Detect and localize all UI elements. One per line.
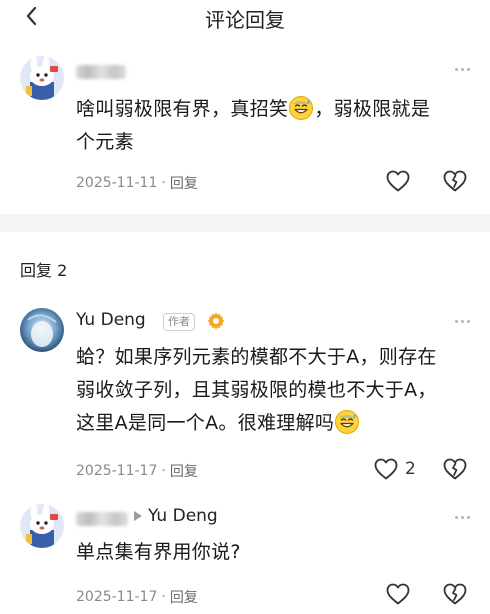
dislike-button[interactable] <box>442 169 468 193</box>
comment-text-part: ，弱极限就是 <box>314 98 431 120</box>
reply-button[interactable]: 回复 <box>170 587 198 607</box>
like-button[interactable] <box>385 582 411 606</box>
comment-text-part: 啥叫弱极限有界，真招笑 <box>76 98 289 120</box>
reply-button[interactable]: 回复 <box>170 461 198 481</box>
more-dots-icon <box>455 515 458 519</box>
sweat-smile-emoji-icon <box>334 409 360 435</box>
comment-text: 啥叫弱极限有界，真招笑 ，弱极限就是 个元素 <box>76 93 430 159</box>
reply-text-line: 弱收敛子列，且其弱极限的模也不大于A， <box>76 379 437 401</box>
reply-target-name[interactable]: Yu Deng <box>148 506 218 526</box>
dislike-button[interactable] <box>442 582 468 606</box>
reply-text: 蛤？如果序列元素的模都不大于A，则存在 弱收敛子列，且其弱极限的模也不大于A， … <box>76 341 437 440</box>
heart-icon <box>385 169 411 193</box>
like-button[interactable]: 2 <box>373 457 416 481</box>
replies-count-label: 回复 2 <box>20 261 68 280</box>
reply-text-line: 单点集有界用你说? <box>76 541 241 563</box>
comment-date: 2025-11-11 <box>76 175 158 191</box>
heart-icon <box>385 582 411 606</box>
avatar[interactable] <box>20 56 64 100</box>
more-options-button[interactable] <box>455 512 470 522</box>
comment-text-part: 个元素 <box>76 131 134 153</box>
reply-date: 2025-11-17 <box>76 463 158 479</box>
reply-text-line: 蛤？如果序列元素的模都不大于A，则存在 <box>76 346 437 368</box>
author-avatar[interactable] <box>20 308 64 352</box>
dislike-button[interactable] <box>442 457 468 481</box>
reply-meta: 2025-11-17 · 回复 <box>76 587 198 607</box>
author-badge: 作者 <box>163 313 195 331</box>
avatar[interactable] <box>20 504 64 548</box>
triangle-right-icon <box>134 511 142 521</box>
reply-text: 单点集有界用你说? <box>76 536 241 569</box>
top-bar: 评论回复 <box>0 0 490 34</box>
separator-dot: · <box>161 589 166 605</box>
page-title: 评论回复 <box>205 8 285 32</box>
heart-icon <box>373 457 399 481</box>
broken-heart-icon <box>442 457 468 481</box>
comment-meta: 2025-11-11 · 回复 <box>76 173 198 193</box>
more-dots-icon <box>455 319 458 323</box>
broken-heart-icon <box>442 582 468 606</box>
more-options-button[interactable] <box>455 316 470 326</box>
section-divider <box>0 214 490 232</box>
separator-dot: · <box>161 463 166 479</box>
gear-badge-icon <box>207 312 225 330</box>
more-options-button[interactable] <box>455 64 470 74</box>
reply-target: Yu Deng <box>133 506 218 526</box>
broken-heart-icon <box>442 169 468 193</box>
username-blurred[interactable] <box>76 65 126 79</box>
like-count: 2 <box>405 459 416 479</box>
reply-button[interactable]: 回复 <box>170 173 198 193</box>
reply-date: 2025-11-17 <box>76 589 158 605</box>
more-dots-icon <box>455 67 458 71</box>
separator-dot: · <box>161 175 166 191</box>
reply-author-name[interactable]: Yu Deng <box>76 310 146 330</box>
reply-meta: 2025-11-17 · 回复 <box>76 461 198 481</box>
like-button[interactable] <box>385 169 411 193</box>
username-blurred[interactable] <box>76 512 128 526</box>
sweat-smile-emoji-icon <box>288 95 314 121</box>
reply-text-line: 这里A是同一个A。很难理解吗 <box>76 412 335 434</box>
